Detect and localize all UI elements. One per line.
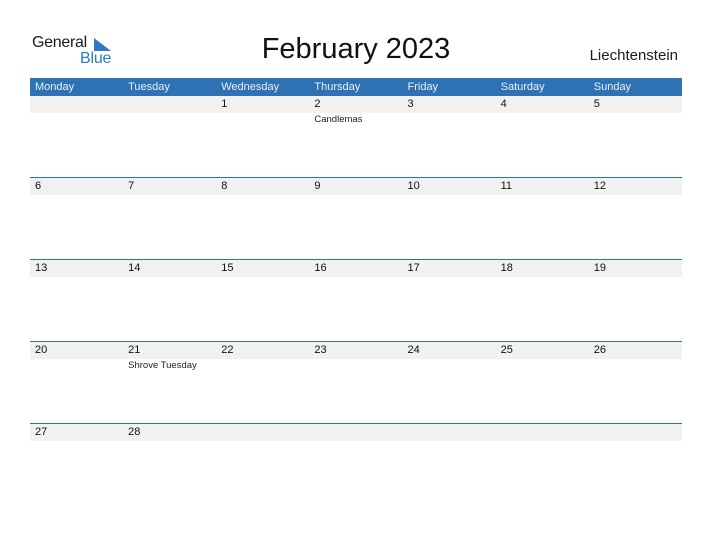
empty-event-cell <box>30 113 123 126</box>
weekday-header-friday: Friday <box>407 81 439 93</box>
day-number: 4 <box>500 98 507 110</box>
day-number <box>496 424 589 441</box>
week-row: 1 2 3 4 5 Candlemas <box>30 96 682 177</box>
weekday-header: Monday Tuesday Wednesday Thursday Friday Satu… <box>30 78 682 96</box>
day-number: 21 <box>128 344 141 356</box>
day-number <box>309 424 402 441</box>
day-number: 22 <box>221 344 234 356</box>
empty-event-cell <box>496 113 589 126</box>
weekday-header-thursday: Thursday <box>314 81 361 93</box>
holiday-label: Shrove Tuesday <box>128 360 197 371</box>
date-strip: 6 7 8 9 10 11 12 <box>30 178 682 195</box>
day-number: 15 <box>221 262 234 274</box>
day-number: 3 <box>407 98 414 110</box>
day-number: 28 <box>128 426 141 438</box>
date-strip: 13 14 15 16 17 18 19 <box>30 260 682 277</box>
day-number: 24 <box>407 344 420 356</box>
day-number: 20 <box>35 344 48 356</box>
weekday-header-saturday: Saturday <box>500 81 545 93</box>
country-label: Liechtenstein <box>589 47 678 64</box>
weekday-header-monday: Monday <box>35 81 75 93</box>
empty-event-cell <box>589 359 682 372</box>
date-strip: 20 21 22 23 24 25 26 <box>30 342 682 359</box>
day-number: 6 <box>35 180 42 192</box>
events-row: Shrove Tuesday <box>30 359 682 372</box>
day-number: 1 <box>221 98 228 110</box>
day-number <box>30 96 123 113</box>
day-number: 9 <box>314 180 321 192</box>
day-number: 27 <box>35 426 48 438</box>
empty-event-cell <box>30 359 123 372</box>
week-row: 27 28 <box>30 423 682 505</box>
day-number <box>216 424 309 441</box>
day-number: 8 <box>221 180 228 192</box>
day-number: 12 <box>593 180 606 192</box>
day-number: 16 <box>314 262 327 274</box>
date-strip: 27 28 <box>30 424 682 441</box>
day-number: 18 <box>500 262 513 274</box>
day-number <box>123 96 216 113</box>
empty-event-cell <box>309 359 402 372</box>
empty-event-cell <box>496 359 589 372</box>
date-strip: 1 2 3 4 5 <box>30 96 682 113</box>
empty-event-cell <box>123 113 216 126</box>
day-number: 2 <box>314 98 321 110</box>
weekday-header-wednesday: Wednesday <box>221 81 280 93</box>
day-number: 26 <box>593 344 606 356</box>
empty-event-cell <box>403 113 496 126</box>
day-number: 17 <box>407 262 420 274</box>
week-row: 20 21 22 23 24 25 26 Shrove Tuesday <box>30 341 682 423</box>
day-number: 7 <box>128 180 135 192</box>
weekday-header-tuesday: Tuesday <box>128 81 170 93</box>
day-number: 11 <box>500 180 513 192</box>
day-number <box>403 424 496 441</box>
week-row: 6 7 8 9 10 11 12 <box>30 177 682 259</box>
empty-event-cell <box>403 359 496 372</box>
day-number: 19 <box>593 262 606 274</box>
day-number: 23 <box>314 344 327 356</box>
day-number: 14 <box>128 262 141 274</box>
holiday-label: Candlemas <box>314 114 363 125</box>
events-row: Candlemas <box>30 113 682 126</box>
empty-event-cell <box>589 113 682 126</box>
weekday-header-sunday: Sunday <box>593 81 632 93</box>
day-number: 5 <box>593 98 600 110</box>
day-number: 25 <box>500 344 513 356</box>
day-number <box>589 424 682 441</box>
empty-event-cell <box>216 113 309 126</box>
week-row: 13 14 15 16 17 18 19 <box>30 259 682 341</box>
empty-event-cell <box>216 359 309 372</box>
day-number: 10 <box>407 180 420 192</box>
day-number: 13 <box>35 262 48 274</box>
calendar-grid: Monday Tuesday Wednesday Thursday Friday Satu… <box>30 78 682 505</box>
